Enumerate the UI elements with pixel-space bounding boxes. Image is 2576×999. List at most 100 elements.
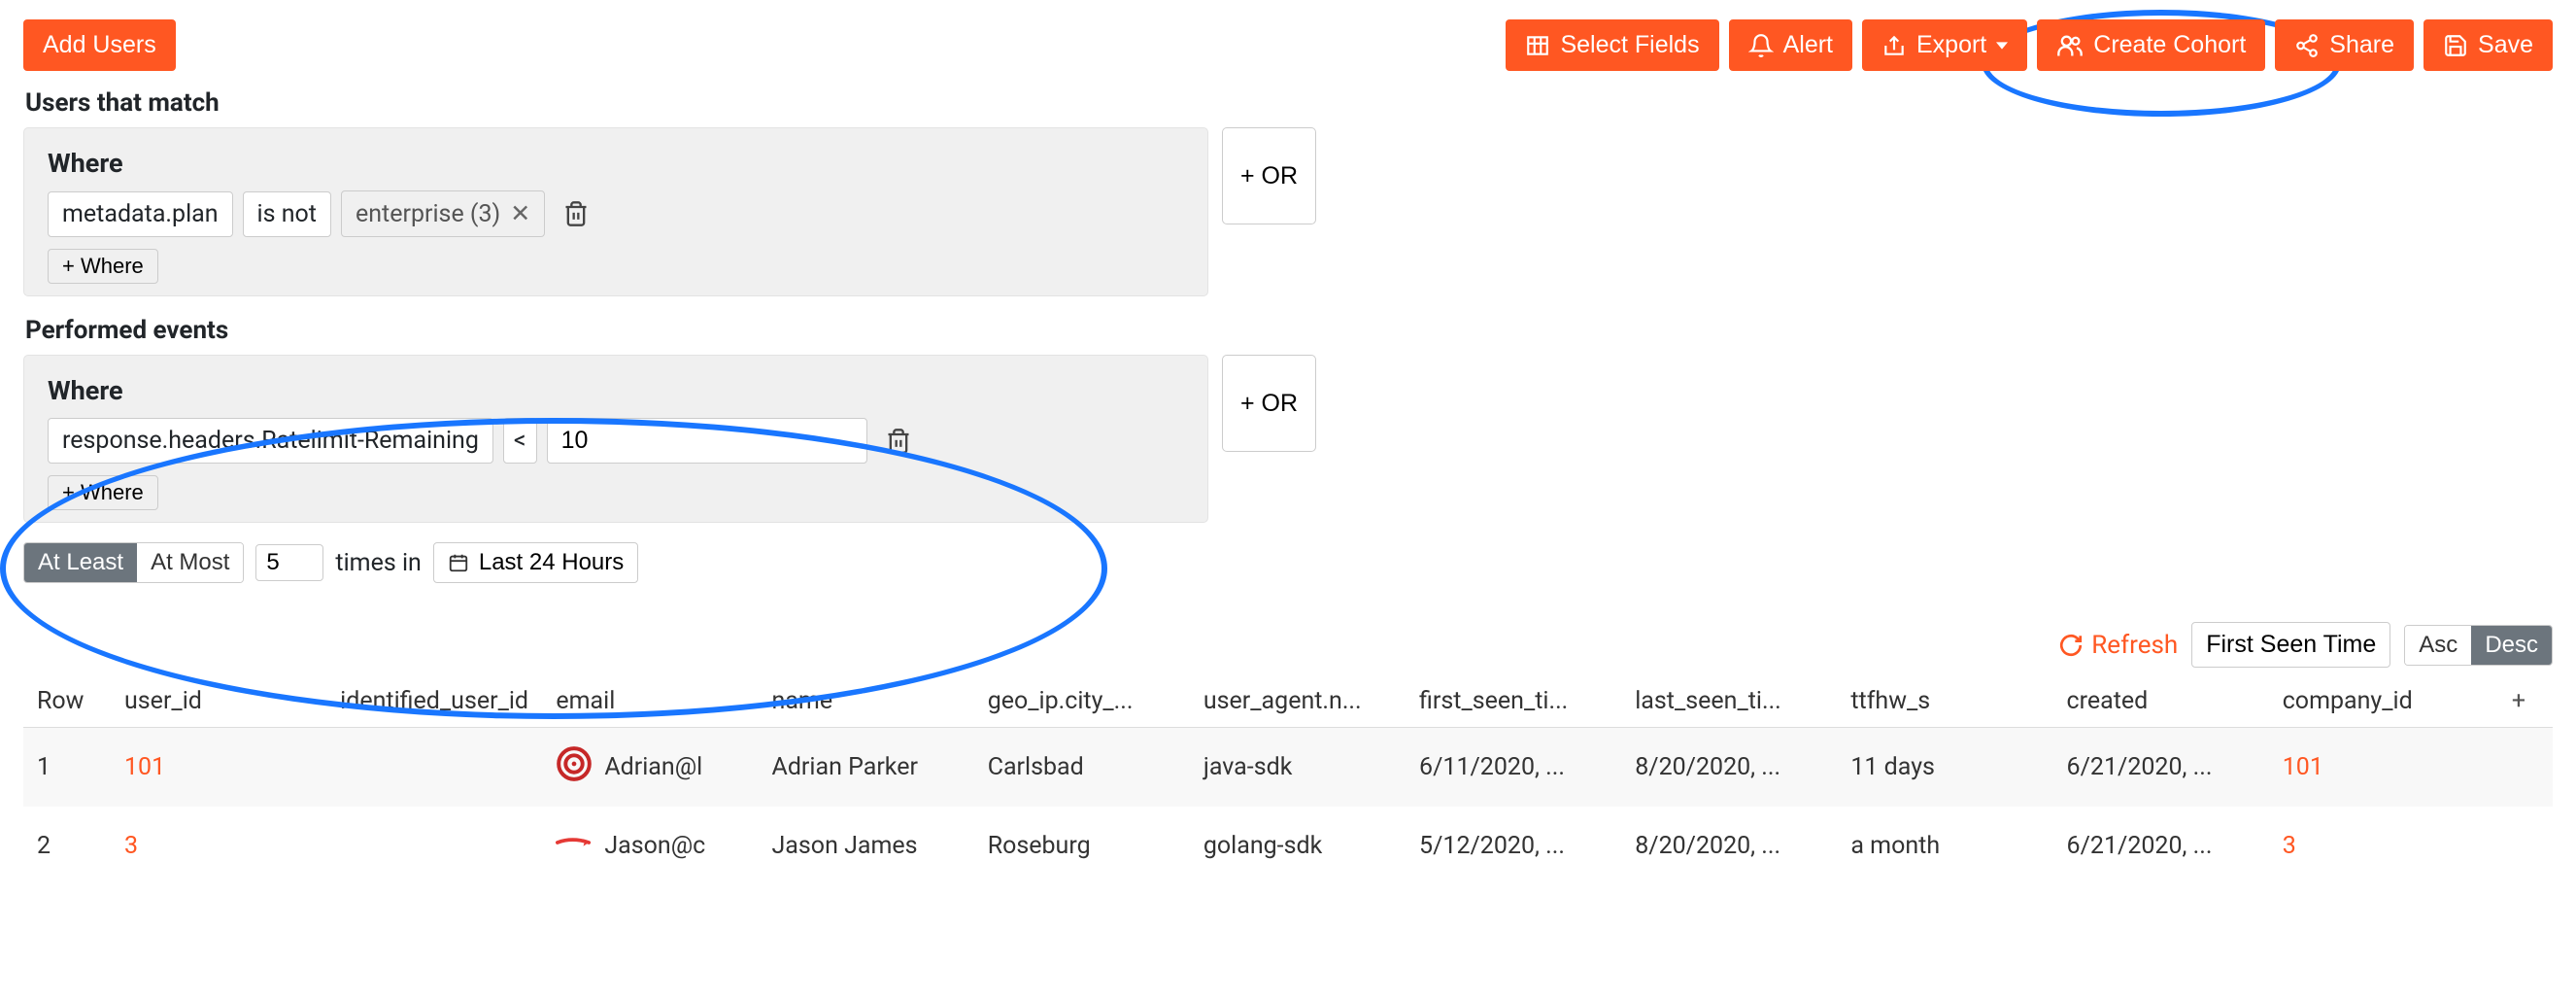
cell: 8/20/2020, ... [1621,728,1837,808]
cell: 6/11/2020, ... [1406,728,1621,808]
times-in-label: times in [335,549,421,577]
cell [2485,807,2553,885]
row-num: 1 [23,728,111,808]
sort-field-select[interactable]: First Seen Time [2191,622,2390,668]
events-filter-row: Where response.headers.Ratelimit-Remaini… [23,355,2553,523]
cell: a month [1837,807,2052,885]
cell: Adrian Parker [759,728,974,808]
column-header[interactable]: name [759,675,974,728]
events-filter-box: Where response.headers.Ratelimit-Remaini… [23,355,1208,523]
table-row: 1101Adrian@lAdrian ParkerCarlsbadjava-sd… [23,728,2553,808]
where-label: Where [48,148,1184,179]
events-where-clause: response.headers.Ratelimit-Remaining < [48,418,1184,464]
event-value-input[interactable] [547,418,867,464]
trash-icon [885,428,912,455]
cell: Jason James [759,807,974,885]
cell: 5/12/2020, ... [1406,807,1621,885]
at-least-button[interactable]: At Least [24,543,137,582]
cell [2485,728,2553,808]
filter-operator-chip[interactable]: is not [243,191,331,237]
event-field-chip[interactable]: response.headers.Ratelimit-Remaining [48,418,493,464]
event-operator-chip[interactable]: < [503,418,537,464]
select-fields-button[interactable]: Select Fields [1506,19,1718,71]
export-icon [1881,33,1907,58]
cell: 6/21/2020, ... [2053,728,2269,808]
column-header[interactable]: identified_user_id [326,675,542,728]
column-header[interactable]: user_id [111,675,326,728]
create-cohort-button[interactable]: Create Cohort [2037,19,2265,71]
add-where-button[interactable]: + Where [48,249,158,284]
results-table: Rowuser_ididentified_user_idemailnamegeo… [23,675,2553,885]
users-where-clause: metadata.plan is not enterprise (3) ✕ [48,190,1184,237]
save-button[interactable]: Save [2423,19,2553,71]
cell: golang-sdk [1190,807,1406,885]
users-filter-box: Where metadata.plan is not enterprise (3… [23,127,1208,296]
events-heading: Performed events [25,316,2553,345]
or-button-users[interactable]: + OR [1222,127,1316,224]
user-id-link[interactable]: 101 [111,728,326,808]
row-num: 2 [23,807,111,885]
toolbar-right: Select Fields Alert Export Create Cohort… [1506,19,2553,71]
column-header[interactable]: email [542,675,758,728]
trash-icon [562,200,590,227]
column-header[interactable]: ttfhw_s [1837,675,2052,728]
bell-icon [1748,33,1774,58]
company-id-link[interactable]: 3 [2269,807,2485,885]
results-toolbar: Refresh First Seen Time Asc Desc [23,622,2553,668]
company-id-link[interactable]: 101 [2269,728,2485,808]
filter-field-chip[interactable]: metadata.plan [48,191,233,237]
share-icon [2294,33,2320,58]
users-filter-row: Where metadata.plan is not enterprise (3… [23,127,2553,296]
company-logo-icon [556,745,593,789]
at-most-button[interactable]: At Most [137,543,243,582]
sort-desc-button[interactable]: Desc [2471,626,2552,665]
refresh-icon [2058,633,2084,658]
column-header[interactable]: created [2053,675,2269,728]
timing-row: At Least At Most times in Last 24 Hours [23,542,2553,583]
column-header[interactable]: Row [23,675,111,728]
export-button[interactable]: Export [1862,19,2027,71]
table-icon [1525,33,1550,58]
cell [326,807,542,885]
add-users-button[interactable]: Add Users [23,19,176,71]
cell: 11 days [1837,728,2052,808]
sort-direction-toggle: Asc Desc [2404,625,2553,666]
at-least-most-toggle: At Least At Most [23,542,244,583]
cell: java-sdk [1190,728,1406,808]
caret-down-icon [1996,40,2008,52]
sort-asc-button[interactable]: Asc [2405,626,2471,665]
column-header[interactable]: geo_ip.city_... [974,675,1190,728]
remove-tag-icon[interactable]: ✕ [510,199,530,228]
users-icon [2056,32,2084,59]
column-header[interactable]: company_id [2269,675,2485,728]
delete-event-clause-button[interactable] [877,424,920,459]
or-button-events[interactable]: + OR [1222,355,1316,452]
email-cell: Jason@c [542,807,758,885]
add-where-button-events[interactable]: + Where [48,475,158,510]
delete-clause-button[interactable] [555,196,597,231]
alert-button[interactable]: Alert [1729,19,1852,71]
table-row: 23Jason@cJason JamesRoseburggolang-sdk5/… [23,807,2553,885]
cell [326,728,542,808]
cell: Carlsbad [974,728,1190,808]
time-range-selector[interactable]: Last 24 Hours [433,542,638,583]
where-label-events: Where [48,375,1184,406]
refresh-link[interactable]: Refresh [2058,631,2178,660]
user-id-link[interactable]: 3 [111,807,326,885]
column-header[interactable]: last_seen_ti... [1621,675,1837,728]
filter-value-tag[interactable]: enterprise (3) ✕ [341,190,545,237]
column-header[interactable]: first_seen_ti... [1406,675,1621,728]
add-column-button[interactable]: + [2485,675,2553,728]
share-button[interactable]: Share [2275,19,2414,71]
column-header[interactable]: user_agent.n... [1190,675,1406,728]
cell: 6/21/2020, ... [2053,807,2269,885]
cell: 8/20/2020, ... [1621,807,1837,885]
company-logo-icon [556,824,593,868]
times-count-input[interactable] [255,544,323,581]
calendar-icon [448,552,469,573]
email-cell: Adrian@l [542,728,758,808]
top-toolbar: Add Users Select Fields Alert Export Cre… [23,19,2553,71]
cell: Roseburg [974,807,1190,885]
users-match-heading: Users that match [25,88,2553,118]
save-icon [2443,33,2468,58]
